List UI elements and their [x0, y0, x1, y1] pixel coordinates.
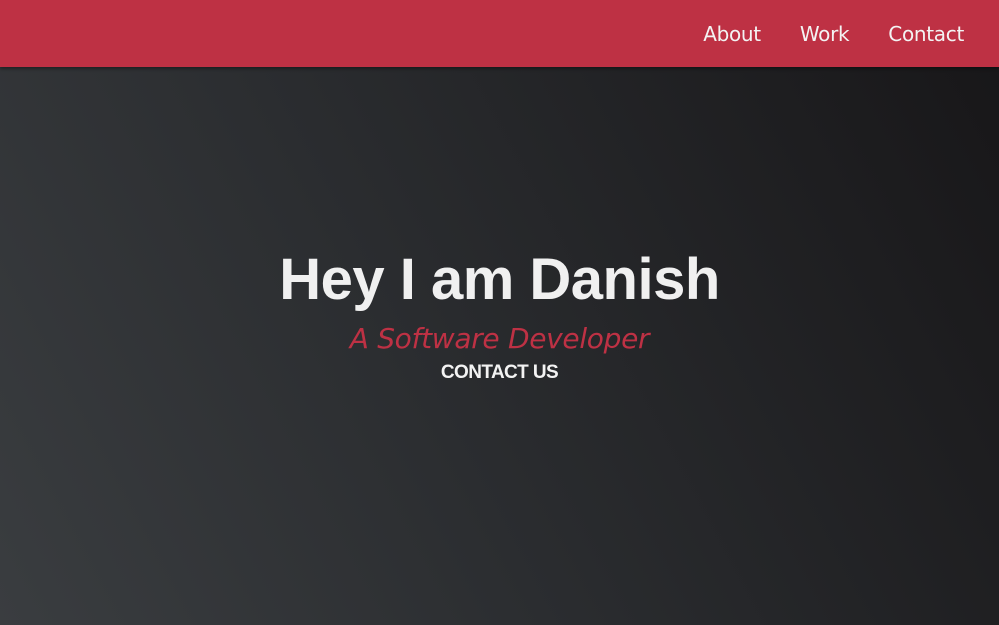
contact-us-button[interactable]: CONTACT US	[441, 362, 559, 383]
hero-subtitle: A Software Developer	[349, 322, 650, 355]
nav-item-contact: Contact	[888, 22, 964, 46]
hero-title: Hey I am Danish	[279, 247, 720, 312]
nav-link-about[interactable]: About	[703, 22, 761, 46]
contact-us-wrapper: CONTACT US	[0, 361, 999, 385]
nav-link-work[interactable]: Work	[800, 22, 850, 46]
top-navbar: About Work Contact	[0, 0, 999, 67]
hero-section: Hey I am Danish A Software Developer CON…	[0, 67, 999, 625]
nav-item-work: Work	[800, 22, 850, 46]
nav-link-contact[interactable]: Contact	[888, 22, 964, 46]
nav-item-about: About	[703, 22, 761, 46]
nav-links: About Work Contact	[664, 0, 964, 67]
